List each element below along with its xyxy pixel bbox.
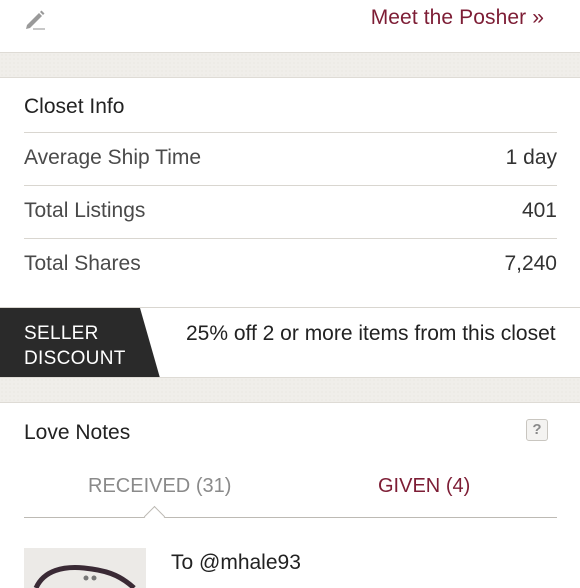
love-notes-title: Love Notes: [24, 421, 131, 444]
tag-line-1: SELLER: [24, 323, 99, 344]
tab-label: GIVEN: [378, 475, 441, 497]
seller-discount-tag: SELLER DISCOUNT: [0, 308, 160, 378]
closet-info-title: Closet Info: [24, 95, 125, 118]
info-value: 401: [521, 199, 557, 222]
product-image: [33, 565, 136, 588]
note-recipient[interactable]: To @mhale93: [171, 551, 301, 575]
help-icon[interactable]: ?: [526, 419, 548, 441]
meet-the-posher-link[interactable]: Meet the Posher »: [371, 6, 544, 30]
top-bar: Meet the Posher »: [0, 0, 580, 52]
seller-discount-label: SELLER DISCOUNT: [24, 321, 126, 371]
active-tab-pointer: [143, 505, 166, 528]
info-label: Total Listings: [24, 199, 146, 222]
closet-info-card: Closet Info Average Ship Time 1 day Tota…: [0, 78, 580, 306]
love-notes-card: Love Notes ? RECEIVED (31) GIVEN (4) To …: [0, 403, 580, 588]
info-row-listings: Total Listings 401: [24, 185, 557, 238]
tab-count: (4): [445, 475, 471, 497]
love-notes-tabs: RECEIVED (31) GIVEN (4): [24, 463, 557, 528]
seller-discount-banner: SELLER DISCOUNT 25% off 2 or more items …: [0, 307, 580, 378]
info-row-shares: Total Shares 7,240: [24, 238, 557, 291]
note-item-thumbnail[interactable]: [24, 548, 146, 588]
pencil-icon[interactable]: [24, 8, 48, 30]
info-label: Average Ship Time: [24, 146, 202, 169]
discount-description: 25% off 2 or more items from this closet: [186, 322, 556, 345]
info-row-ship-time: Average Ship Time 1 day: [24, 132, 557, 185]
tab-given[interactable]: GIVEN (4): [378, 475, 470, 498]
info-label: Total Shares: [24, 252, 141, 275]
tab-received[interactable]: RECEIVED (31): [88, 475, 231, 498]
section-divider: [0, 377, 580, 403]
info-value: 1 day: [505, 146, 557, 169]
section-divider: [0, 52, 580, 78]
tab-label: RECEIVED: [88, 475, 191, 497]
tag-line-2: DISCOUNT: [24, 348, 126, 369]
info-value: 7,240: [504, 252, 557, 275]
tab-count: (31): [195, 475, 232, 497]
